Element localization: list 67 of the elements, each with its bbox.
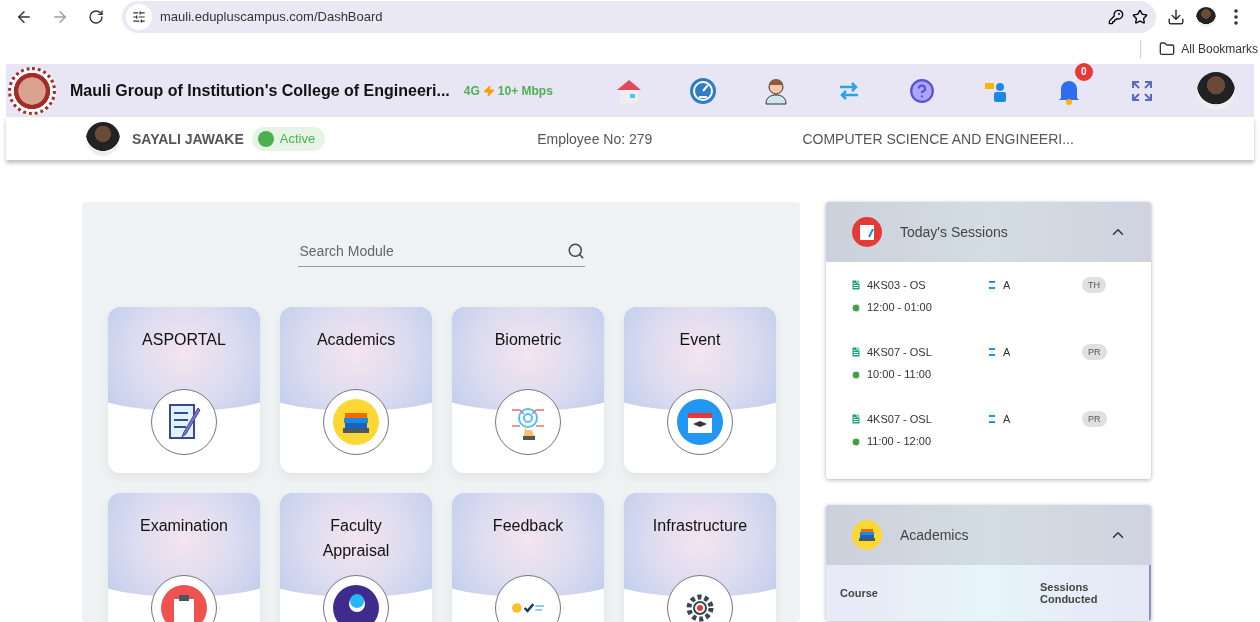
sessions-header[interactable]: Today's Sessions (826, 202, 1151, 262)
college-logo (8, 66, 56, 115)
session-type: PR (1082, 411, 1107, 427)
key-icon[interactable] (1108, 8, 1124, 25)
clipboard-icon (161, 585, 207, 622)
lightning-icon (482, 84, 495, 97)
user-avatar[interactable] (1197, 71, 1236, 110)
column-header: Sessions Conducted (1040, 581, 1099, 605)
timer-icon (850, 435, 862, 447)
more-icon (1234, 8, 1238, 25)
network-speed: 10+ Mbps (497, 83, 553, 98)
document-icon (850, 279, 862, 291)
timer-icon (850, 301, 862, 313)
folder-icon (1159, 40, 1176, 57)
session-division: A (1003, 413, 1011, 425)
avatar-icon[interactable] (1196, 6, 1216, 27)
session-type: TH (1082, 277, 1106, 293)
employee-number: Employee No: 279 (537, 130, 653, 147)
user-name: SAYALI JAWAKE (132, 130, 244, 147)
books-icon (333, 399, 379, 445)
search-icon[interactable] (566, 242, 585, 260)
search-field[interactable]: Search Module (297, 238, 585, 267)
network-type: 4G (463, 83, 480, 98)
session-course: 4KS03 - OS (867, 279, 926, 291)
reload-icon (88, 8, 104, 25)
division-icon (986, 279, 998, 291)
books-icon (852, 520, 882, 550)
session-course: 4KS07 - OSL (867, 346, 932, 358)
user-avatar (86, 121, 120, 156)
site-settings-button[interactable] (126, 3, 152, 30)
timer-icon (850, 368, 862, 380)
academics-header[interactable]: Academics (826, 505, 1151, 565)
module-card[interactable]: Examination (108, 493, 260, 622)
session-time: 10:00 - 11:00 (867, 368, 931, 380)
person-icon (333, 585, 379, 622)
session-course: 4KS07 - OSL (867, 413, 932, 425)
module-card[interactable]: ASPORTAL (108, 307, 260, 473)
feedback-icon (511, 602, 545, 614)
department-name: COMPUTER SCIENCE AND ENGINEERI... (802, 130, 1074, 147)
clipboard-icon (852, 217, 882, 247)
module-card[interactable]: Biometric (452, 307, 604, 473)
address-bar[interactable]: mauli.edupluscampus.com/DashBoard (122, 0, 1156, 33)
download-icon (1167, 7, 1185, 26)
college-name: Mauli Group of Institution's College of Engineeri... (70, 81, 450, 100)
session-division: A (1003, 279, 1011, 291)
status-badge: Active (251, 126, 326, 151)
calendar-icon (677, 399, 723, 445)
notification-count: 0 (1074, 62, 1093, 81)
module-card[interactable]: Feedback (452, 493, 604, 622)
bookmark-star-icon[interactable] (1132, 8, 1148, 25)
document-icon (850, 413, 862, 425)
module-card[interactable]: Faculty Appraisal (280, 493, 432, 622)
division-icon (986, 346, 998, 358)
column-header: Course (840, 587, 879, 599)
division-icon (986, 413, 998, 425)
module-card[interactable]: Infrastructure (624, 493, 776, 622)
session-division: A (1003, 346, 1011, 358)
module-card[interactable]: Event (624, 307, 776, 473)
session-time: 12:00 - 01:00 (867, 301, 932, 313)
url-text: mauli.edupluscampus.com/DashBoard (160, 9, 384, 25)
sliders-icon (132, 9, 146, 24)
module-card[interactable]: Academics (280, 307, 432, 473)
document-icon (850, 346, 862, 358)
session-time: 11:00 - 12:00 (867, 435, 931, 447)
session-type: PR (1082, 344, 1107, 360)
search-input[interactable]: Search Module (297, 242, 567, 260)
bookmarks-folder[interactable]: All Bookmarks (1157, 40, 1260, 57)
